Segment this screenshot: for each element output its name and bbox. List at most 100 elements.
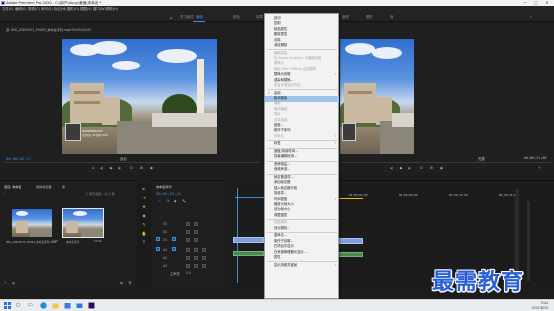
- watermark-logo: 最需教育: [432, 269, 525, 295]
- program-step-forward-icon[interactable]: |▸: [408, 166, 411, 170]
- linked-selection-icon[interactable]: ⛓: [166, 199, 170, 203]
- v1-source-patch[interactable]: [156, 237, 160, 241]
- context-menu-item-label: 音频声道...: [274, 167, 291, 172]
- source-play-icon[interactable]: ▶: [110, 166, 113, 170]
- v1-lock-icon[interactable]: [186, 238, 190, 242]
- program-zoom-select[interactable]: 完整: [478, 156, 485, 161]
- source-insert-icon[interactable]: ⊡: [130, 166, 133, 170]
- trash-icon[interactable]: 🗑: [128, 281, 132, 285]
- source-timecode[interactable]: 00;00;02;27: [6, 156, 31, 161]
- system-clock[interactable]: 9:44 2021/6/24: [532, 301, 548, 310]
- pen-tool-icon[interactable]: ✎: [141, 222, 147, 228]
- source-mark-in-icon[interactable]: ◂: [92, 166, 94, 170]
- edge-browser-icon[interactable]: [40, 302, 47, 309]
- project-item-thumb-sequence[interactable]: [63, 209, 103, 237]
- a2-mute-icon[interactable]: [194, 256, 198, 260]
- new-item-icon[interactable]: ▣: [120, 281, 123, 285]
- timeline-tab[interactable]: 未命名序列: [156, 184, 171, 189]
- v2-lock-icon[interactable]: [186, 230, 190, 234]
- v1-eye-icon[interactable]: [194, 238, 198, 242]
- search-icon[interactable]: ○: [16, 302, 23, 309]
- source-zoom-select[interactable]: 适合: [120, 156, 127, 161]
- context-menu-item[interactable]: 波纹删除: [265, 43, 339, 49]
- a3-solo-icon[interactable]: [202, 264, 206, 268]
- a2-lock-icon[interactable]: [186, 256, 190, 260]
- timeline-timecode[interactable]: 00;00;02;22: [156, 191, 181, 196]
- icon-view-icon[interactable]: ▦: [12, 281, 15, 285]
- track-select-tool-icon[interactable]: ⇥: [141, 195, 147, 201]
- program-lift-icon[interactable]: ⊡: [420, 166, 423, 170]
- context-menu-item[interactable]: 场景编辑检测...: [265, 154, 339, 160]
- snap-icon[interactable]: ⊃: [158, 199, 161, 203]
- video-clip-v1[interactable]: [233, 237, 264, 243]
- context-menu-item-label: 嵌套...: [274, 123, 284, 127]
- source-step-back-icon[interactable]: ◂|: [100, 166, 103, 170]
- v1-target-toggle[interactable]: [172, 237, 176, 241]
- workspace-tab-graphics[interactable]: 图形: [366, 13, 373, 21]
- v3-lock-icon[interactable]: [186, 222, 190, 226]
- v2-eye-icon[interactable]: [194, 230, 198, 234]
- source-step-forward-icon[interactable]: |▸: [118, 166, 121, 170]
- project-item-thumb-clip[interactable]: [12, 209, 52, 237]
- context-menu-item[interactable]: 音频声道...: [265, 167, 339, 173]
- timeline-playhead[interactable]: [237, 188, 238, 283]
- source-overwrite-icon[interactable]: ⊞: [140, 166, 143, 170]
- workspace-tab-audio[interactable]: 音频: [342, 13, 349, 21]
- mail-icon[interactable]: [76, 302, 83, 309]
- media-browser-tab[interactable]: 媒体浏览器: [36, 184, 51, 189]
- task-view-icon[interactable]: ▭: [28, 302, 35, 309]
- context-menu-item[interactable]: 属性: [265, 255, 339, 261]
- ruler-mark-0: 00;00;04;00: [349, 193, 368, 197]
- source-export-frame-icon[interactable]: ◉: [150, 166, 153, 170]
- timeline-settings-icon[interactable]: 🔧: [182, 199, 186, 203]
- source-monitor-tab[interactable]: 源: IMG_20200512_P0425_未命名序列.mp4:00;00;00…: [6, 27, 91, 32]
- program-extract-icon[interactable]: ⊞: [430, 166, 433, 170]
- a1-target-toggle[interactable]: [172, 247, 176, 251]
- search-icon[interactable]: ⌕: [530, 13, 532, 21]
- premiere-taskbar-icon[interactable]: [88, 302, 95, 309]
- a2-solo-icon[interactable]: [202, 256, 206, 260]
- workspace-tab-libraries[interactable]: 库: [390, 13, 393, 21]
- a1-mute-icon[interactable]: [194, 248, 198, 252]
- context-menu-item-label: 多机位: [274, 133, 284, 138]
- context-menu-item[interactable]: 设为脱机...: [265, 226, 339, 232]
- context-menu-item[interactable]: 标签 ›: [265, 141, 339, 147]
- start-button[interactable]: [4, 302, 11, 309]
- hand-tool-icon[interactable]: ✋: [141, 231, 147, 237]
- v3-eye-icon[interactable]: [194, 222, 198, 226]
- project-tab[interactable]: 项目: 未命名: [4, 184, 22, 189]
- type-tool-icon[interactable]: T: [141, 240, 147, 246]
- ripple-edit-tool-icon[interactable]: ✥: [141, 204, 147, 210]
- program-step-back-icon[interactable]: ◂|: [390, 166, 393, 170]
- a1-lock-icon[interactable]: [186, 248, 190, 252]
- selection-tool-icon[interactable]: ▶: [141, 186, 147, 192]
- program-export-frame-icon[interactable]: ◉: [440, 166, 443, 170]
- audio-clip-a1-tail[interactable]: [339, 252, 363, 257]
- home-icon[interactable]: ⌂: [170, 15, 173, 20]
- file-explorer-icon[interactable]: [52, 302, 59, 309]
- context-menu-item[interactable]: 调整图层: [265, 213, 339, 219]
- video-clip-v1-tail[interactable]: [339, 238, 363, 244]
- context-menu-item[interactable]: 显示剪辑关键帧 ›: [265, 263, 339, 269]
- audio-clip-a1[interactable]: [233, 251, 264, 256]
- track-v1-label: V1: [163, 238, 168, 242]
- workspace-tab-assembly[interactable]: 组件: [187, 13, 194, 21]
- a1-source-patch[interactable]: [156, 247, 160, 251]
- workspace-tab-color[interactable]: 颜色: [233, 13, 240, 21]
- workspace-tab-effects[interactable]: 效果: [256, 13, 263, 21]
- a1-solo-icon[interactable]: [202, 248, 206, 252]
- workspace-tab-editing[interactable]: 编辑: [196, 13, 203, 21]
- store-icon[interactable]: [64, 302, 71, 309]
- project-search-icon[interactable]: ⌕: [4, 191, 6, 195]
- add-marker-icon[interactable]: ◆: [174, 199, 176, 203]
- program-settings-icon[interactable]: +: [538, 166, 541, 170]
- program-preview-image: [340, 39, 414, 154]
- libraries-tab[interactable]: 库: [62, 184, 65, 189]
- razor-tool-icon[interactable]: ◆: [141, 213, 147, 219]
- context-menu-item-label: 场景编辑检测...: [274, 154, 297, 159]
- list-view-icon[interactable]: ☰: [4, 281, 7, 285]
- program-play-icon[interactable]: ▶: [400, 166, 403, 170]
- a3-mute-icon[interactable]: [194, 264, 198, 268]
- a3-lock-icon[interactable]: [186, 264, 190, 268]
- workspace-tab-learn[interactable]: 学习: [180, 13, 187, 21]
